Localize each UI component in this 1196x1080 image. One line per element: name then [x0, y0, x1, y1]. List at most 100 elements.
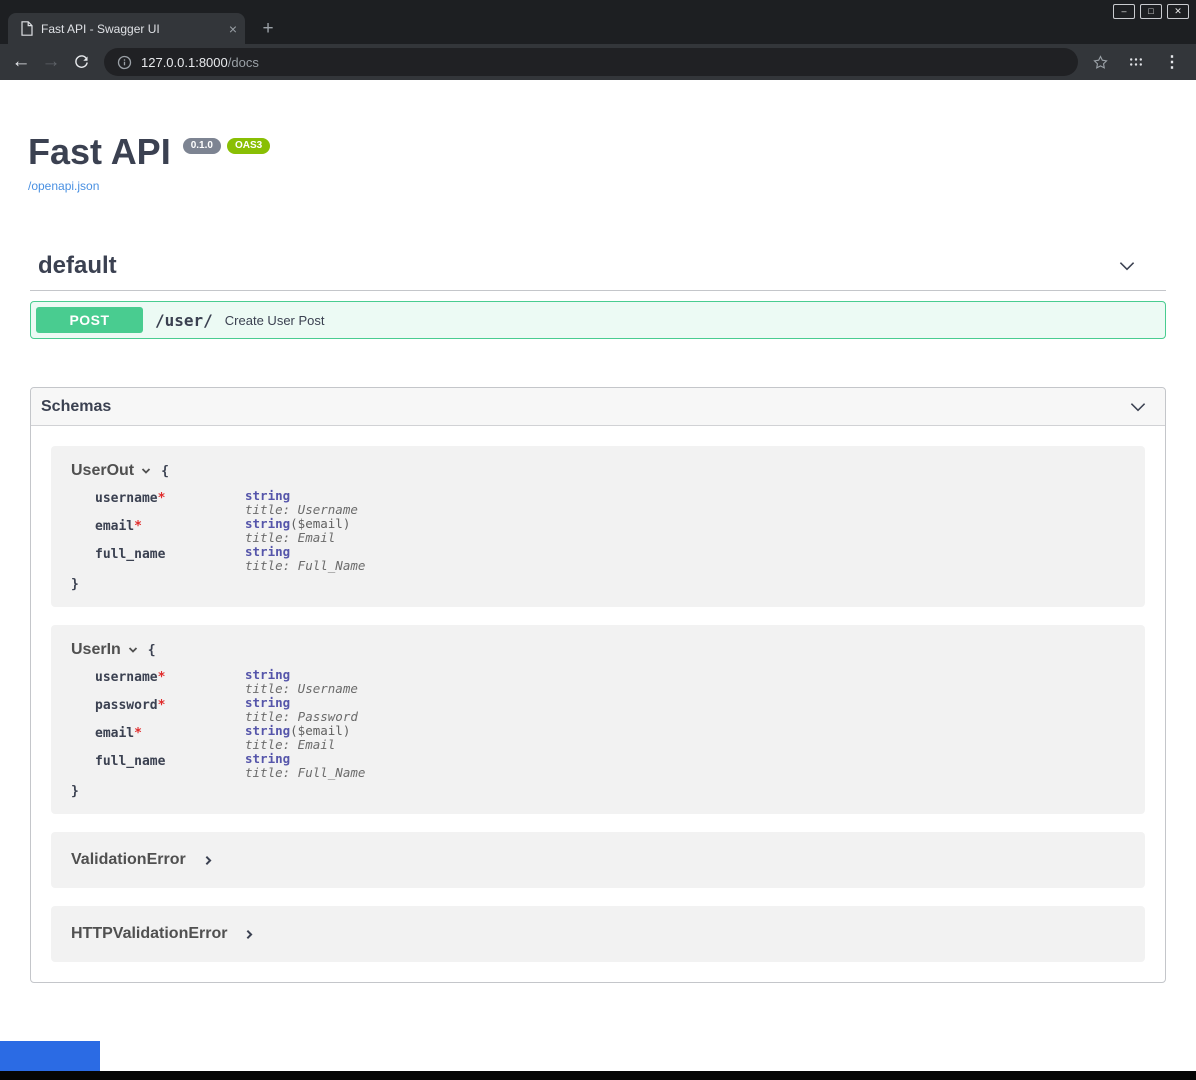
new-tab-button[interactable]: + — [256, 18, 280, 42]
property-desc-cell: string title: Username — [245, 668, 365, 696]
property-row: email* string($email) title: Email — [95, 724, 365, 752]
property-name: full_name — [95, 547, 165, 562]
chevron-down-icon — [140, 465, 152, 477]
opblock-post-user: POST /user/ Create User Post — [30, 301, 1166, 339]
tag-section-default: default — [30, 251, 1166, 291]
property-type-line: string — [245, 545, 365, 559]
model-name: HTTPValidationError — [71, 925, 227, 943]
property-row: password* string title: Password — [95, 696, 365, 724]
close-brace: } — [71, 577, 1125, 592]
property-row: full_name string title: Full_Name — [95, 752, 365, 780]
schemas-title: Schemas — [41, 398, 111, 416]
tag-section-toggle[interactable]: default — [30, 251, 1166, 291]
close-button[interactable]: ✕ — [1167, 4, 1189, 19]
property-type: string — [245, 488, 290, 503]
model-validationerror[interactable]: ValidationError — [51, 832, 1145, 888]
bottom-desktop-strip — [0, 1071, 1196, 1080]
schemas-body: UserOut { username* string title: Userna… — [31, 426, 1165, 982]
property-type: string — [245, 695, 290, 710]
minimize-button[interactable]: – — [1113, 4, 1135, 19]
browser-window: Fast API - Swagger UI × + – □ ✕ ← → 127.… — [0, 0, 1196, 1080]
openapi-spec-link[interactable]: /openapi.json — [28, 179, 99, 193]
tab-close-icon[interactable]: × — [229, 22, 237, 36]
model-toggle[interactable]: UserIn { — [71, 640, 1125, 660]
property-row: username* string title: Username — [95, 668, 365, 696]
model-userout: UserOut { username* string title: Userna… — [51, 446, 1145, 607]
property-title: title: Full_Name — [245, 766, 365, 780]
page-favicon-icon — [20, 21, 33, 37]
site-info-icon[interactable] — [116, 54, 132, 70]
chevron-down-icon[interactable] — [1116, 255, 1138, 277]
oas3-badge: OAS3 — [227, 138, 270, 154]
property-title: title: Full_Name — [245, 559, 365, 573]
property-name-cell: full_name — [95, 752, 245, 780]
property-type: string — [245, 516, 290, 531]
browser-tab[interactable]: Fast API - Swagger UI × — [8, 13, 245, 44]
window-controls: – □ ✕ — [1113, 4, 1189, 19]
model-toggle[interactable]: UserOut { — [71, 461, 1125, 481]
maximize-button[interactable]: □ — [1140, 4, 1162, 19]
http-method-badge: POST — [36, 307, 143, 333]
open-brace: { — [148, 643, 156, 658]
tab-title: Fast API - Swagger UI — [41, 22, 221, 36]
property-desc-cell: string($email) title: Email — [245, 517, 365, 545]
property-title: title: Email — [245, 738, 365, 752]
chevron-down-icon — [127, 644, 139, 656]
required-star: * — [158, 670, 166, 685]
forward-button[interactable]: → — [36, 47, 66, 77]
apps-grid-icon[interactable] — [1124, 50, 1148, 74]
property-type: string — [245, 751, 290, 766]
property-type: string — [245, 723, 290, 738]
menu-kebab-icon[interactable]: ⋮ — [1160, 50, 1184, 74]
back-button[interactable]: ← — [6, 47, 36, 77]
api-badges: 0.1.0 OAS3 — [183, 138, 270, 154]
model-userin: UserIn { username* string title: Usernam… — [51, 625, 1145, 814]
model-name: UserIn — [71, 641, 121, 659]
version-badge: 0.1.0 — [183, 138, 221, 154]
property-type-line: string — [245, 752, 365, 766]
property-name-cell: username* — [95, 489, 245, 517]
window-title-bar: Fast API - Swagger UI × + – □ ✕ — [0, 0, 1196, 44]
address-bar[interactable]: 127.0.0.1:8000/docs — [104, 48, 1078, 76]
open-brace: { — [161, 464, 169, 479]
api-title: Fast API — [28, 134, 171, 170]
chevron-down-icon[interactable] — [1127, 396, 1149, 418]
property-row: email* string($email) title: Email — [95, 517, 365, 545]
model-httpvalidationerror[interactable]: HTTPValidationError — [51, 906, 1145, 962]
property-row: username* string title: Username — [95, 489, 365, 517]
required-star: * — [134, 726, 142, 741]
reload-button[interactable] — [66, 47, 96, 77]
required-star: * — [158, 698, 166, 713]
property-name-cell: email* — [95, 517, 245, 545]
required-star: * — [158, 491, 166, 506]
property-desc-cell: string($email) title: Email — [245, 724, 365, 752]
property-format: ($email) — [290, 516, 350, 531]
property-desc-cell: string title: Username — [245, 489, 365, 517]
property-title: title: Email — [245, 531, 365, 545]
property-type-line: string — [245, 668, 365, 682]
property-name: username — [95, 670, 158, 685]
chevron-right-icon — [202, 854, 215, 867]
property-type-line: string($email) — [245, 517, 365, 531]
toolbar-right-icons: ⋮ — [1086, 50, 1190, 74]
url-text: 127.0.0.1:8000/docs — [141, 55, 259, 70]
property-name: full_name — [95, 754, 165, 769]
bookmark-star-icon[interactable] — [1088, 50, 1112, 74]
property-name: password — [95, 698, 158, 713]
close-brace: } — [71, 784, 1125, 799]
property-type-line: string — [245, 489, 365, 503]
opblock-summary[interactable]: POST /user/ Create User Post — [31, 302, 1165, 338]
property-name: email — [95, 519, 134, 534]
property-title: title: Username — [245, 503, 365, 517]
property-type: string — [245, 544, 290, 559]
tag-title: default — [38, 251, 117, 281]
property-type: string — [245, 667, 290, 682]
property-type-line: string — [245, 696, 365, 710]
bottom-left-blue-panel — [0, 1041, 100, 1071]
url-host: 127.0.0.1:8000 — [141, 55, 228, 70]
model-name: ValidationError — [71, 851, 186, 869]
property-title: title: Password — [245, 710, 365, 724]
url-path: /docs — [228, 55, 259, 70]
schemas-section: Schemas UserOut { — [30, 387, 1166, 983]
schemas-toggle[interactable]: Schemas — [31, 388, 1165, 426]
